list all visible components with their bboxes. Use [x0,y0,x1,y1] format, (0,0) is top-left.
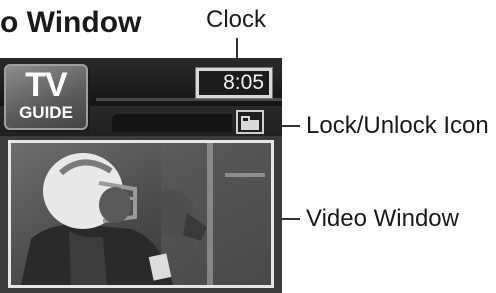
video-callout-label: Video Window [306,205,459,232]
logo-tv-text: TV [25,66,67,104]
logo-guide-text: GUIDE [19,103,73,122]
top-bar-divider [96,98,282,101]
video-frame-image [11,143,271,285]
lock-unlock-icon[interactable] [236,110,264,134]
tv-guide-logo: TV GUIDE [4,64,88,130]
clock: 8:05 [195,67,273,99]
clock-time: 8:05 [223,71,264,94]
status-slot [112,114,232,132]
clock-callout-label: Clock [206,6,267,33]
video-window[interactable] [8,140,274,288]
tv-guide-panel: TV GUIDE 8:05 [0,58,282,293]
lock-glyph [241,116,259,130]
lock-callout-label: Lock/Unlock Icon [306,112,489,139]
page-heading: o Window [0,6,142,39]
